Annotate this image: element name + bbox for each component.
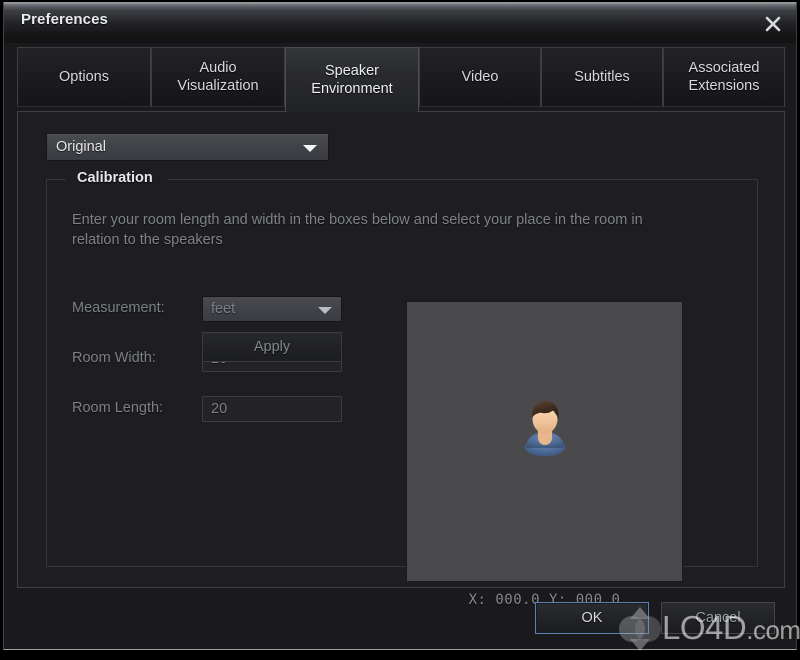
- person-avatar-icon[interactable]: [519, 396, 571, 457]
- tab-strip: Options Audio Visualization Speaker Enviro…: [17, 47, 785, 112]
- room-length-input[interactable]: 20: [202, 396, 342, 422]
- tab-associated-extensions[interactable]: Associated Extensions: [663, 47, 785, 107]
- chevron-down-icon: [318, 307, 332, 314]
- preferences-dialog: Preferences Options Audio Visualization S…: [3, 2, 800, 651]
- apply-button[interactable]: Apply: [202, 332, 342, 362]
- tab-label: Video: [461, 69, 499, 85]
- window-title: Preferences: [21, 11, 108, 28]
- calibration-legend: Calibration: [72, 170, 158, 186]
- tab-label: Associated Extensions: [688, 60, 760, 94]
- tab-label: Speaker Environment: [311, 63, 393, 97]
- tab-audio-visualization[interactable]: Audio Visualization: [151, 47, 285, 107]
- tab-options[interactable]: Options: [17, 47, 151, 107]
- tab-speaker-environment[interactable]: Speaker Environment: [285, 47, 419, 112]
- measurement-dropdown[interactable]: feet: [202, 296, 342, 322]
- tab-subtitles[interactable]: Subtitles: [541, 47, 663, 107]
- calibration-description: Enter your room length and width in the …: [72, 212, 643, 248]
- room-length-label: Room Length:: [72, 400, 164, 416]
- tab-label: Audio Visualization: [177, 60, 259, 94]
- room-preview-panel[interactable]: [406, 301, 683, 582]
- room-width-label: Room Width:: [72, 350, 156, 366]
- ok-button[interactable]: OK: [535, 602, 649, 634]
- room-length-value: 20: [211, 401, 228, 417]
- measurement-dropdown-value: feet: [211, 301, 236, 317]
- tab-video[interactable]: Video: [419, 47, 541, 107]
- cancel-button[interactable]: Cancel: [661, 602, 775, 634]
- title-bar: Preferences: [4, 3, 796, 43]
- chevron-down-icon: [303, 145, 317, 152]
- close-icon[interactable]: [760, 11, 786, 37]
- tab-content-panel: Original Calibration Enter your room len…: [17, 111, 785, 608]
- preset-dropdown[interactable]: Original: [46, 133, 329, 161]
- calibration-group: Calibration Enter your room length and w…: [46, 170, 758, 608]
- measurement-label: Measurement:: [72, 300, 165, 316]
- tab-label: Options: [59, 69, 109, 85]
- tab-label: Subtitles: [574, 69, 630, 85]
- preset-dropdown-value: Original: [56, 139, 106, 155]
